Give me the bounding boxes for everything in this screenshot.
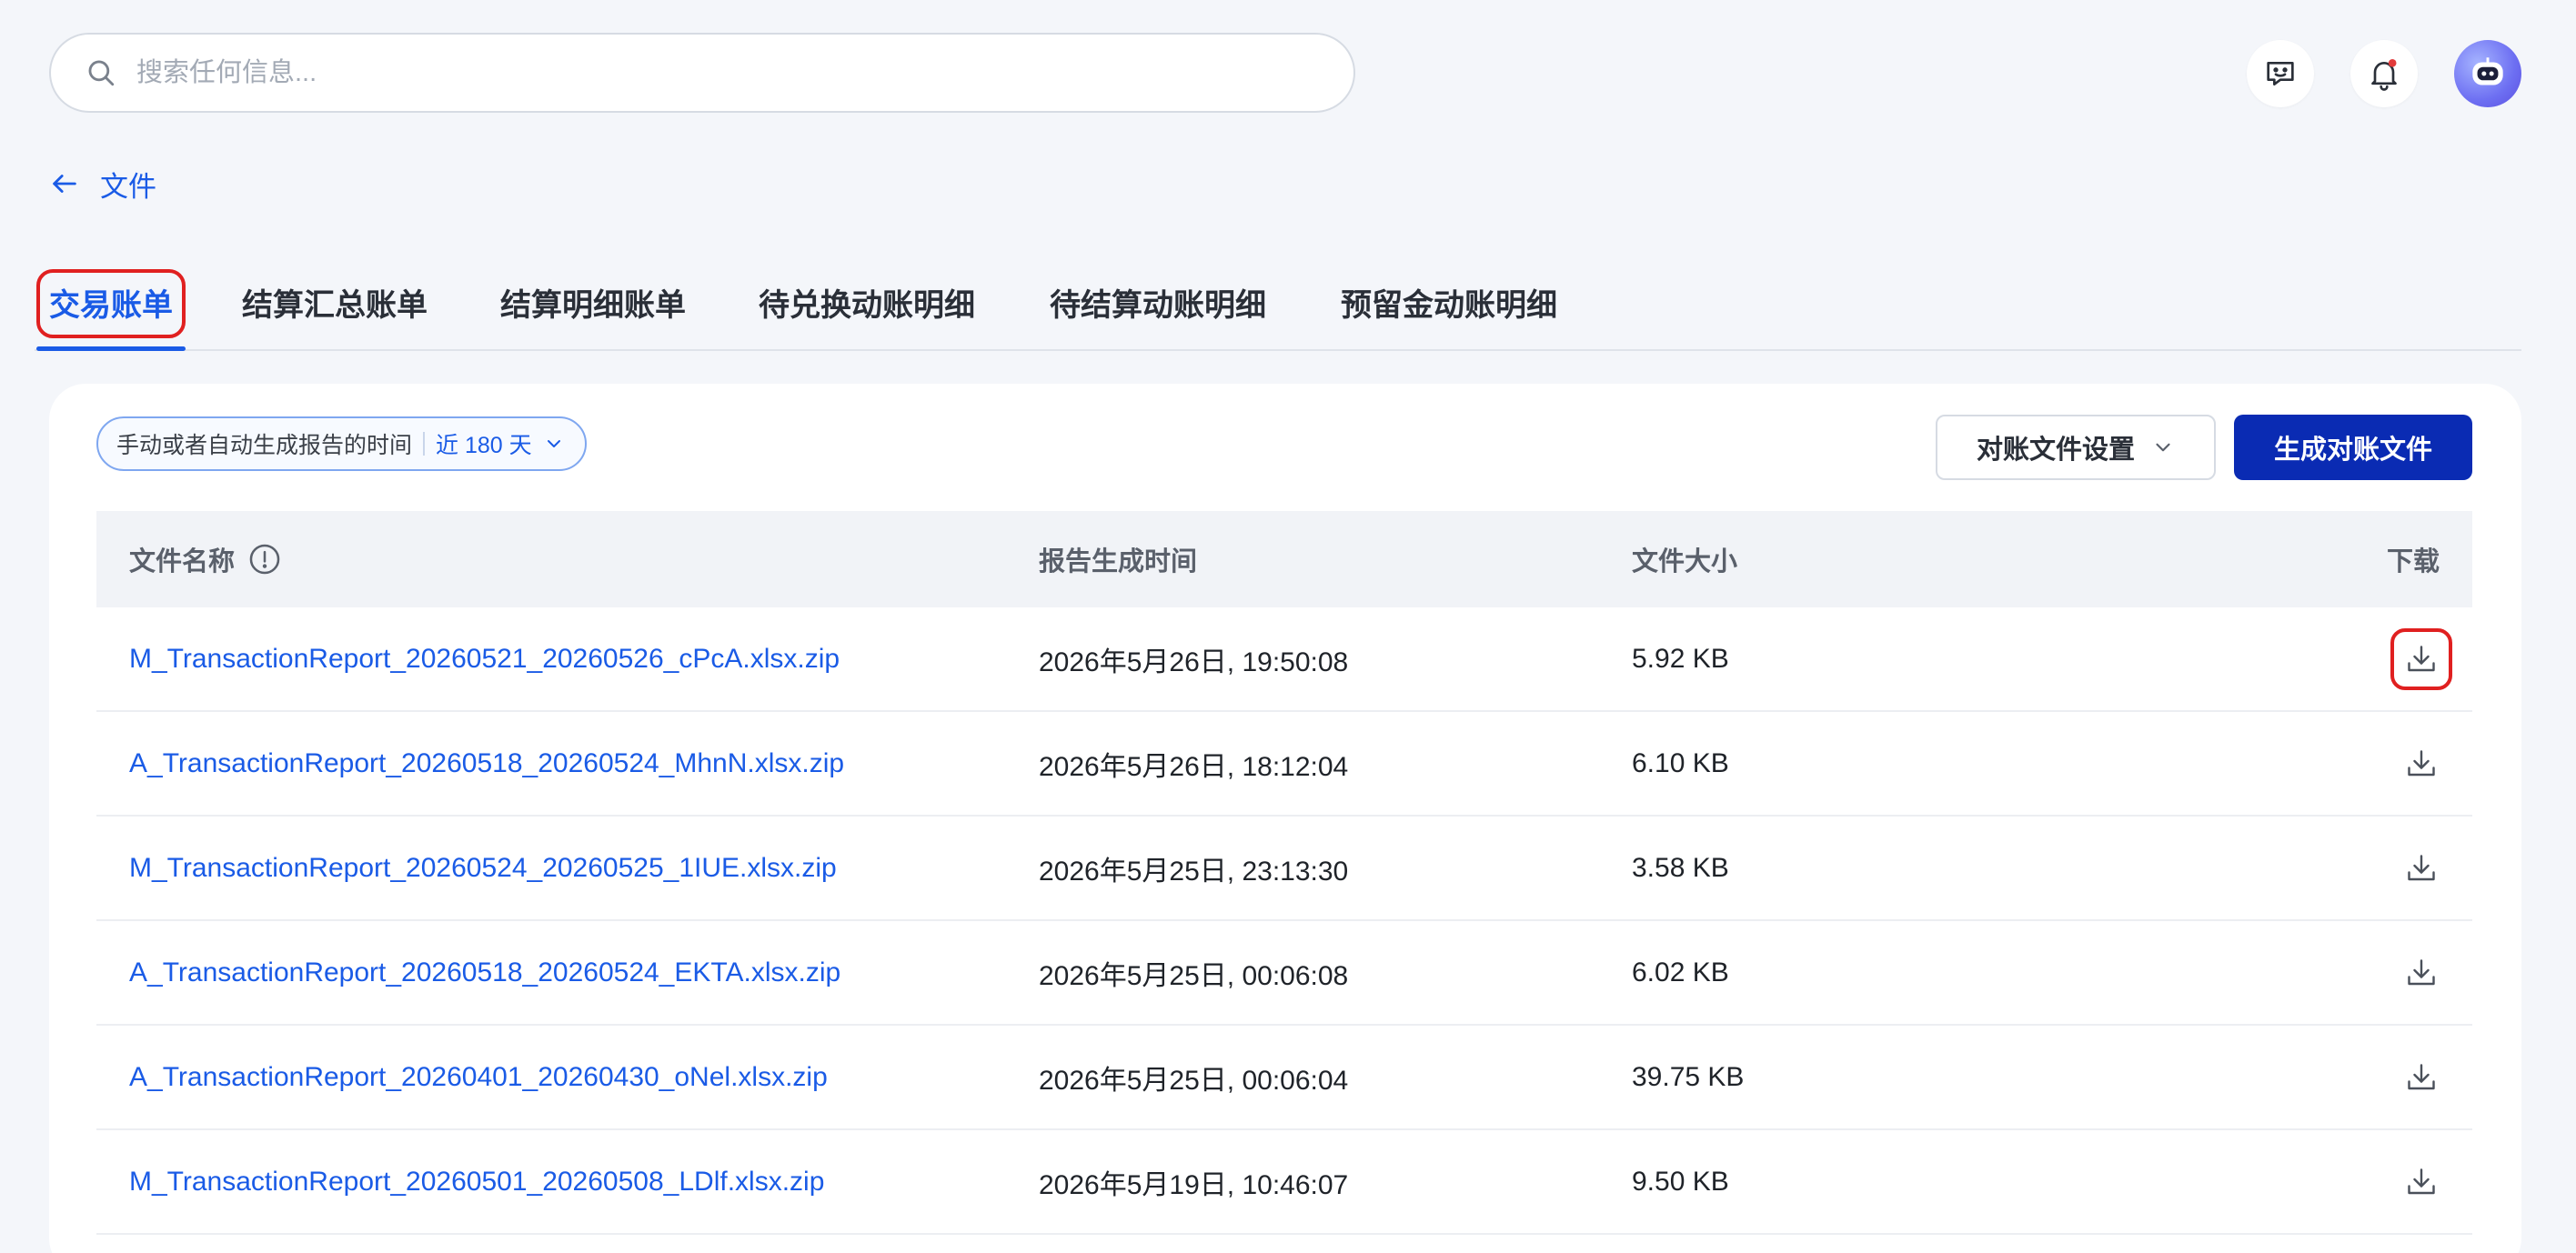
tab-label: 预留金动账明细	[1341, 288, 1557, 323]
col-filename: 文件名称	[129, 540, 282, 578]
filter-value: 近 180 天	[436, 433, 532, 458]
file-size: 5.92 KB	[1632, 643, 1729, 674]
chat-bot-icon	[2267, 62, 2294, 85]
notification-button[interactable]	[2350, 40, 2418, 107]
tab-settlement-detail[interactable]: 结算明细账单	[500, 264, 686, 347]
file-size: 6.02 KB	[1632, 957, 1729, 987]
table-header: 文件名称 报告生成时间 文件大小 下载	[96, 511, 2472, 607]
download-icon	[2408, 749, 2435, 776]
file-size: 6.10 KB	[1632, 747, 1729, 778]
search-input[interactable]	[136, 57, 1228, 88]
back-link[interactable]: 文件	[49, 162, 156, 205]
tab-label: 结算汇总账单	[242, 288, 428, 323]
download-icon	[2408, 1168, 2435, 1194]
file-name-link[interactable]: A_TransactionReport_20260518_20260524_Mh…	[129, 748, 844, 779]
filter-label: 手动或者自动生成报告的时间	[116, 433, 413, 458]
file-name-link[interactable]: M_TransactionReport_20260524_20260525_1I…	[129, 853, 837, 884]
report-time: 2026年5月26日, 19:50:08	[1039, 647, 1349, 677]
chevron-down-icon	[2156, 443, 2170, 452]
tab-bar: 交易账单 结算汇总账单 结算明细账单 待兑换动账明细 待结算动账明细 预留金动账…	[35, 264, 2521, 351]
generate-label: 生成对账文件	[2273, 436, 2432, 465]
search-bar[interactable]	[49, 33, 1355, 113]
col-filename-label: 文件名称	[129, 547, 236, 576]
col-download: 下载	[2386, 547, 2440, 576]
file-name-link[interactable]: M_TransactionReport_20260501_20260508_LD…	[129, 1167, 824, 1198]
report-time: 2026年5月25日, 00:06:08	[1039, 960, 1349, 991]
tab-settlement-summary[interactable]: 结算汇总账单	[242, 264, 428, 347]
reconciliation-settings-button[interactable]: 对账文件设置	[1936, 415, 2216, 480]
back-label: 文件	[100, 170, 156, 203]
table-row: A_TransactionReport_20260518_20260524_Mh…	[96, 712, 2472, 817]
filter-divider	[423, 432, 426, 456]
download-button[interactable]	[2390, 1047, 2452, 1108]
report-time: 2026年5月26日, 18:12:04	[1039, 751, 1349, 782]
download-button[interactable]	[2390, 1151, 2452, 1213]
download-button[interactable]	[2390, 837, 2452, 899]
table-row: A_TransactionReport_20260401_20260430_oN…	[96, 1026, 2472, 1130]
assistant-button[interactable]	[2247, 40, 2314, 107]
chevron-down-icon	[547, 440, 560, 447]
tab-label: 交易账单	[49, 288, 173, 323]
col-size: 文件大小	[1632, 547, 1738, 576]
file-size: 39.75 KB	[1632, 1061, 1745, 1092]
table-row: M_TransactionReport_20260524_20260525_1I…	[96, 817, 2472, 921]
file-size: 3.58 KB	[1632, 852, 1729, 883]
tab-pending-exchange[interactable]: 待兑换动账明细	[759, 264, 975, 347]
table-row: M_TransactionReport_20260521_20260526_cP…	[96, 607, 2472, 712]
tab-transaction-bill[interactable]: 交易账单	[36, 264, 186, 351]
time-range-filter[interactable]: 手动或者自动生成报告的时间 近 180 天	[96, 416, 587, 471]
tab-reserve-detail[interactable]: 预留金动账明细	[1341, 264, 1557, 347]
download-button[interactable]	[2390, 733, 2452, 795]
file-size: 9.50 KB	[1632, 1166, 1729, 1197]
tab-label: 待兑换动账明细	[759, 288, 975, 323]
download-icon	[2408, 958, 2435, 985]
col-time: 报告生成时间	[1039, 547, 1198, 576]
tab-active-indicator	[36, 346, 186, 351]
tab-label: 待结算动账明细	[1050, 288, 1266, 323]
download-button[interactable]	[2390, 627, 2452, 690]
files-card: 手动或者自动生成报告的时间 近 180 天 对账文件设置 生成对账文件 文件名称…	[49, 384, 2521, 1253]
report-time: 2026年5月19日, 10:46:07	[1039, 1169, 1349, 1200]
robot-avatar-icon	[2472, 57, 2503, 85]
tab-label: 结算明细账单	[500, 288, 686, 323]
download-button[interactable]	[2390, 942, 2452, 1004]
tab-pending-settlement[interactable]: 待结算动账明细	[1050, 264, 1266, 347]
settings-label: 对账文件设置	[1976, 436, 2135, 465]
report-time: 2026年5月25日, 00:06:04	[1039, 1065, 1349, 1096]
search-icon	[88, 60, 115, 86]
generate-file-button[interactable]: 生成对账文件	[2234, 415, 2472, 480]
table-row: M_TransactionReport_20260501_20260508_LD…	[96, 1130, 2472, 1235]
table-row: A_TransactionReport_20260518_20260524_EK…	[96, 921, 2472, 1026]
file-name-link[interactable]: M_TransactionReport_20260521_20260526_cP…	[129, 644, 840, 675]
bell-icon	[2371, 59, 2397, 91]
page: 文件 交易账单 结算汇总账单 结算明细账单 待兑换动账明细 待结算动账明细 预留…	[0, 0, 2576, 1253]
files-table: 文件名称 报告生成时间 文件大小 下载 M_TransactionReport_…	[96, 511, 2472, 1235]
avatar[interactable]	[2454, 40, 2521, 107]
download-icon	[2408, 1063, 2435, 1089]
file-name-link[interactable]: A_TransactionReport_20260401_20260430_oN…	[129, 1062, 828, 1093]
file-name-link[interactable]: A_TransactionReport_20260518_20260524_EK…	[129, 957, 840, 988]
arrow-left-icon	[53, 175, 76, 193]
info-icon[interactable]	[247, 542, 282, 576]
download-icon	[2408, 645, 2435, 671]
report-time: 2026年5月25日, 23:13:30	[1039, 856, 1349, 887]
download-icon	[2408, 854, 2435, 880]
